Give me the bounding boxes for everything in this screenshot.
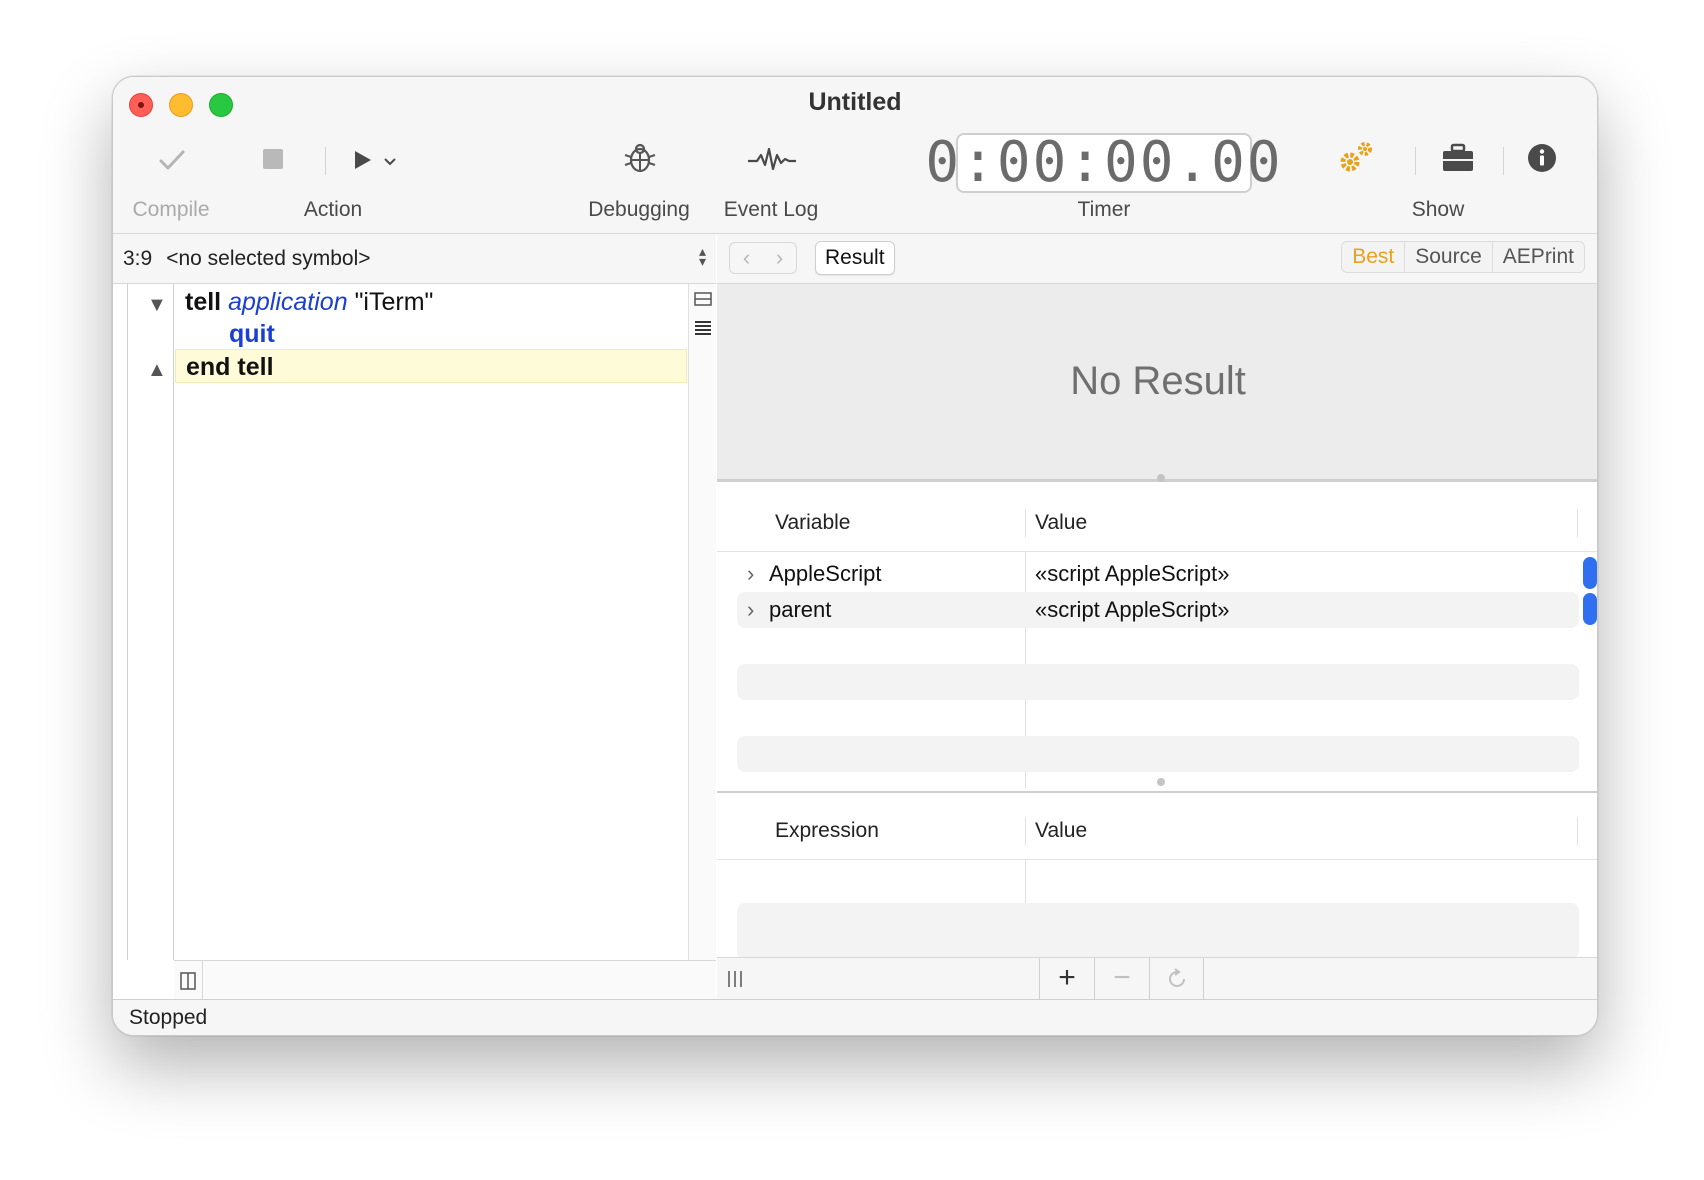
split-view-icon[interactable] — [694, 292, 712, 306]
variable-value: «script AppleScript» — [1035, 597, 1230, 622]
action-label: Action — [303, 198, 363, 221]
fold-end-icon[interactable]: ▲ — [147, 359, 167, 382]
code-editor[interactable]: tell application "iTerm" quit end tell — [175, 284, 687, 960]
value-column-header[interactable]: Value — [1035, 511, 1087, 535]
empty-row — [737, 736, 1579, 772]
code-line: quit — [175, 317, 687, 351]
editor-bottom-bar — [174, 960, 716, 1000]
history-buttons: ‹ › — [729, 242, 797, 274]
status-bar: Stopped — [113, 999, 1597, 1035]
disclosure-chevron-icon[interactable]: › — [747, 592, 754, 628]
event-log-label: Event Log — [723, 198, 819, 221]
table-row[interactable]: › AppleScript «script AppleScript» — [737, 556, 1579, 592]
empty-row — [737, 664, 1579, 700]
split-columns-icon[interactable] — [180, 972, 196, 990]
string-literal: "iTerm" — [354, 288, 434, 316]
expressions-bottom-bar: + − — [717, 957, 1597, 1000]
class-name: application — [228, 288, 348, 316]
variables-header: Variable Value — [717, 485, 1597, 552]
remove-expression-button[interactable]: − — [1094, 958, 1149, 1000]
format-aeprint[interactable]: AEPrint — [1493, 242, 1584, 272]
timer-label: Timer — [1077, 198, 1131, 221]
command: quit — [229, 320, 275, 348]
expression-column-header[interactable]: Expression — [775, 819, 879, 843]
column-divider — [1577, 817, 1578, 845]
column-divider — [1577, 509, 1578, 537]
action-group: Action — [263, 77, 403, 234]
toolbar: Untitled Compile Action Debugging Event … — [113, 77, 1597, 234]
toolbar-separator — [1503, 147, 1504, 175]
expressions-header: Expression Value — [717, 793, 1597, 860]
editor-side-controls — [688, 284, 716, 960]
forward-chevron-icon[interactable]: › — [763, 243, 796, 273]
keyword: tell — [185, 288, 222, 316]
show-group: Show — [1343, 77, 1533, 234]
symbol-navigator[interactable]: 3:9 <no selected symbol> ▴ ▾ — [113, 234, 716, 284]
result-format-selector: Best Source AEPrint — [1341, 241, 1585, 273]
compile-button[interactable]: Compile — [123, 77, 219, 234]
lines-list-icon[interactable] — [694, 320, 712, 338]
result-display: No Result — [717, 284, 1597, 482]
result-view-button[interactable]: Result — [815, 241, 895, 275]
back-chevron-icon[interactable]: ‹ — [730, 243, 763, 273]
row-indicator — [1583, 593, 1597, 625]
cursor-position: 3:9 — [123, 246, 153, 270]
column-divider — [1025, 509, 1026, 537]
compile-label: Compile — [132, 198, 210, 221]
empty-row — [737, 628, 1579, 664]
bug-icon — [624, 143, 656, 173]
show-label: Show — [1411, 198, 1465, 221]
disclosure-chevron-icon[interactable]: › — [747, 556, 754, 592]
row-indicator — [1583, 557, 1597, 589]
format-source[interactable]: Source — [1405, 242, 1493, 272]
columns-icon[interactable] — [727, 970, 743, 988]
expressions-table: Expression Value — [717, 791, 1597, 959]
value-column-header[interactable]: Value — [1035, 819, 1087, 843]
refresh-expressions-button[interactable] — [1149, 958, 1204, 1000]
line-gutter: ▼ ▲ — [127, 284, 174, 960]
result-navigation-bar: ‹ › Result Best Source AEPrint — [717, 234, 1597, 284]
no-result-text: No Result — [1070, 359, 1246, 403]
script-editor-window: Untitled Compile Action Debugging Event … — [112, 76, 1598, 1036]
debugging-button[interactable]: Debugging — [579, 77, 699, 234]
plus-icon: + — [1058, 961, 1076, 994]
split-handle[interactable] — [1157, 474, 1165, 482]
format-best[interactable]: Best — [1342, 242, 1406, 272]
info-icon — [1528, 144, 1556, 172]
variable-column-header[interactable]: Variable — [775, 511, 851, 535]
debugging-label: Debugging — [588, 198, 690, 221]
empty-row — [737, 700, 1579, 736]
minus-icon: − — [1113, 961, 1131, 994]
code-line: tell application "iTerm" — [175, 285, 687, 319]
info-button[interactable] — [1523, 139, 1563, 179]
refresh-icon — [1169, 968, 1185, 987]
table-row[interactable]: › parent «script AppleScript» — [737, 592, 1579, 628]
timer-group: Timer — [956, 77, 1252, 234]
result-pane: ‹ › Result Best Source AEPrint No Result… — [717, 234, 1597, 1000]
selected-symbol: <no selected symbol> — [166, 246, 371, 270]
add-expression-button[interactable]: + — [1039, 958, 1094, 1000]
empty-row — [737, 903, 1579, 959]
variables-table: Variable Value › AppleScript «script App… — [717, 485, 1597, 788]
variable-value: «script AppleScript» — [1035, 561, 1230, 586]
variable-name: AppleScript — [769, 561, 882, 586]
chevron-updown-icon: ▴ ▾ — [698, 243, 706, 269]
waveform-icon — [748, 147, 796, 171]
keyword: end tell — [186, 353, 274, 381]
checkmark-icon — [159, 150, 185, 170]
split-handle[interactable] — [1157, 778, 1165, 786]
divider — [202, 961, 203, 1000]
fold-collapse-icon[interactable]: ▼ — [147, 294, 167, 317]
script-editor-pane: 3:9 <no selected symbol> ▴ ▾ ▼ ▲ tell app… — [113, 234, 716, 1000]
column-divider — [1025, 817, 1026, 845]
variable-name: parent — [769, 597, 832, 622]
code-line-current: end tell — [175, 349, 687, 383]
event-log-button[interactable]: Event Log — [711, 77, 831, 234]
